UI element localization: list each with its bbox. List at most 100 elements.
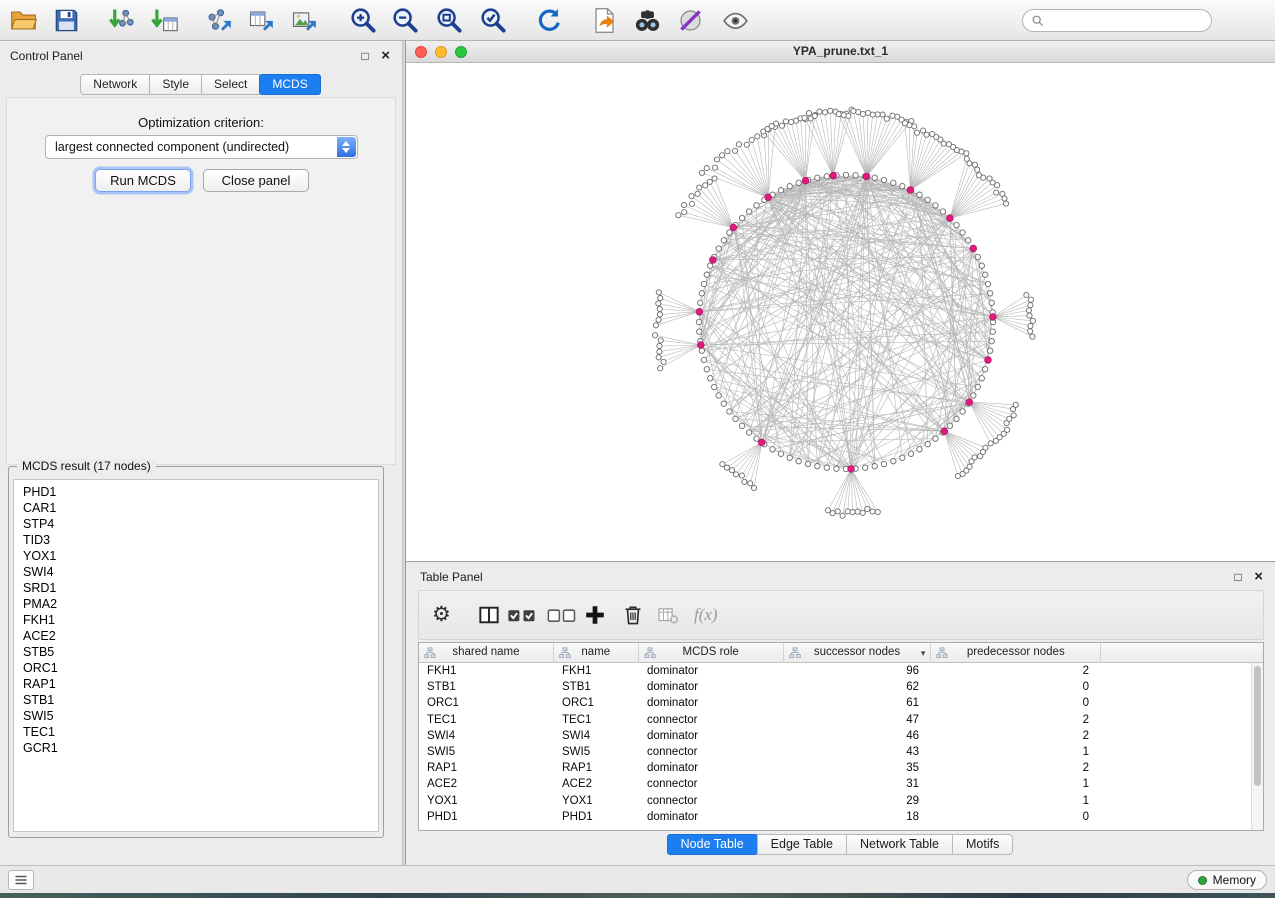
column-label: name [581,646,610,658]
tab-motifs[interactable]: Motifs [952,834,1013,855]
zoom-in-icon[interactable] [350,7,377,34]
float-table-panel-button[interactable]: □ [1235,570,1242,584]
tab-edge-table[interactable]: Edge Table [757,834,847,855]
table-cell: 1 [932,793,1102,809]
column-header-MCDS-role[interactable]: MCDS role [639,643,784,663]
mcds-result-item[interactable]: STB1 [23,692,378,708]
close-control-panel-button[interactable]: × [381,49,390,63]
share-document-icon[interactable] [591,7,618,34]
table-row[interactable]: RAP1RAP1dominator352 [419,760,1251,776]
mcds-result-item[interactable]: PMA2 [23,596,378,612]
tab-mcds[interactable]: MCDS [259,74,320,95]
mcds-result-item[interactable]: ACE2 [23,628,378,644]
maximize-window-button[interactable] [455,46,467,58]
graphics-details-icon[interactable] [677,7,704,34]
table-cell: connector [639,744,784,760]
mcds-result-title: MCDS result (17 nodes) [17,459,156,473]
mcds-result-item[interactable]: GCR1 [23,740,378,756]
control-panel-tabs: NetworkStyleSelectMCDS [0,74,402,95]
mcds-result-item[interactable]: FKH1 [23,612,378,628]
tab-select[interactable]: Select [201,74,260,95]
table-cell: 62 [784,679,932,695]
close-window-button[interactable] [415,46,427,58]
panel-selector-button[interactable] [8,870,34,890]
table-body: FKH1FKH1dominator962STB1STB1dominator620… [419,663,1251,830]
mcds-result-item[interactable]: TEC1 [23,724,378,740]
column-type-icon [424,647,436,659]
criterion-dropdown[interactable]: largest connected component (undirected) [45,135,358,159]
import-network-icon[interactable] [108,7,135,34]
table-row[interactable]: PHD1PHD1dominator180 [419,809,1251,825]
column-header-name[interactable]: name [554,643,639,663]
zoom-fit-icon[interactable] [436,7,463,34]
scrollbar-thumb[interactable] [1254,666,1261,786]
table-row[interactable]: ORC1ORC1dominator610 [419,695,1251,711]
mcds-result-item[interactable]: SRD1 [23,580,378,596]
table-cell: ACE2 [419,776,554,792]
table-cell: FKH1 [419,663,554,679]
table-row[interactable]: STB1STB1dominator620 [419,679,1251,695]
mcds-result-list[interactable]: PHD1CAR1STP4TID3YOX1SWI4SRD1PMA2FKH1ACE2… [13,479,379,832]
eye-visibility-icon[interactable] [722,7,749,34]
mcds-result-item[interactable]: PHD1 [23,484,378,500]
refresh-view-icon[interactable] [536,7,563,34]
table-row[interactable]: YOX1YOX1connector291 [419,793,1251,809]
binoculars-search-icon[interactable] [634,7,661,34]
zoom-out-icon[interactable] [392,7,419,34]
table-toolbar: ⚙ f(x) [418,590,1264,640]
search-input[interactable] [1045,10,1212,31]
table-cell: 47 [784,712,932,728]
import-table-icon[interactable] [151,7,178,34]
table-cell: connector [639,712,784,728]
settings-gear-icon[interactable]: ⚙ [432,604,451,628]
minimize-window-button[interactable] [435,46,447,58]
zoom-selected-icon[interactable] [480,7,507,34]
column-header-successor-nodes[interactable]: successor nodes▾ [784,643,932,663]
column-label: shared name [452,646,519,658]
table-cell: 18 [784,809,932,825]
mcds-result-item[interactable]: ORC1 [23,660,378,676]
tab-network[interactable]: Network [80,74,150,95]
column-type-icon [936,647,948,659]
network-graph[interactable] [406,63,1275,560]
close-table-panel-button[interactable]: × [1254,570,1263,584]
mcds-result-item[interactable]: RAP1 [23,676,378,692]
search-box[interactable] [1022,9,1212,32]
save-session-icon[interactable] [53,7,80,34]
tab-node-table[interactable]: Node Table [667,834,758,855]
mcds-result-item[interactable]: TID3 [23,532,378,548]
table-row[interactable]: SWI4SWI4dominator462 [419,728,1251,744]
run-mcds-button[interactable]: Run MCDS [95,169,191,192]
table-scrollbar[interactable] [1251,663,1263,830]
mcds-result-item[interactable]: CAR1 [23,500,378,516]
show-columns-icon[interactable] [478,604,500,628]
column-header-shared-name[interactable]: shared name [419,643,554,663]
export-image-icon[interactable] [291,7,318,34]
mcds-result-item[interactable]: SWI5 [23,708,378,724]
table-cell: 1 [932,776,1102,792]
mcds-result-item[interactable]: YOX1 [23,548,378,564]
column-header-predecessor-nodes[interactable]: predecessor nodes [931,643,1101,663]
select-all-rows-icon[interactable] [507,604,537,628]
mcds-result-item[interactable]: STP4 [23,516,378,532]
memory-button[interactable]: Memory [1187,870,1267,890]
add-row-icon[interactable] [584,604,606,628]
table-row[interactable]: TEC1TEC1connector472 [419,712,1251,728]
export-network-icon[interactable] [206,7,233,34]
open-session-icon[interactable] [10,7,37,34]
mcds-result-item[interactable]: STB5 [23,644,378,660]
table-cell: STB1 [419,679,554,695]
export-table-icon[interactable] [248,7,275,34]
table-row[interactable]: SWI5SWI5connector431 [419,744,1251,760]
mcds-result-item[interactable]: SWI4 [23,564,378,580]
table-row[interactable]: ACE2ACE2connector311 [419,776,1251,792]
tab-network-table[interactable]: Network Table [846,834,953,855]
close-panel-button[interactable]: Close panel [203,169,309,192]
network-view[interactable] [406,63,1275,560]
table-row[interactable]: FKH1FKH1dominator962 [419,663,1251,679]
tab-style[interactable]: Style [149,74,202,95]
deselect-all-rows-icon[interactable] [547,604,577,628]
delete-rows-icon[interactable] [622,604,644,628]
float-control-panel-button[interactable]: □ [362,49,369,63]
function-builder-icon: f(x) [694,604,718,628]
